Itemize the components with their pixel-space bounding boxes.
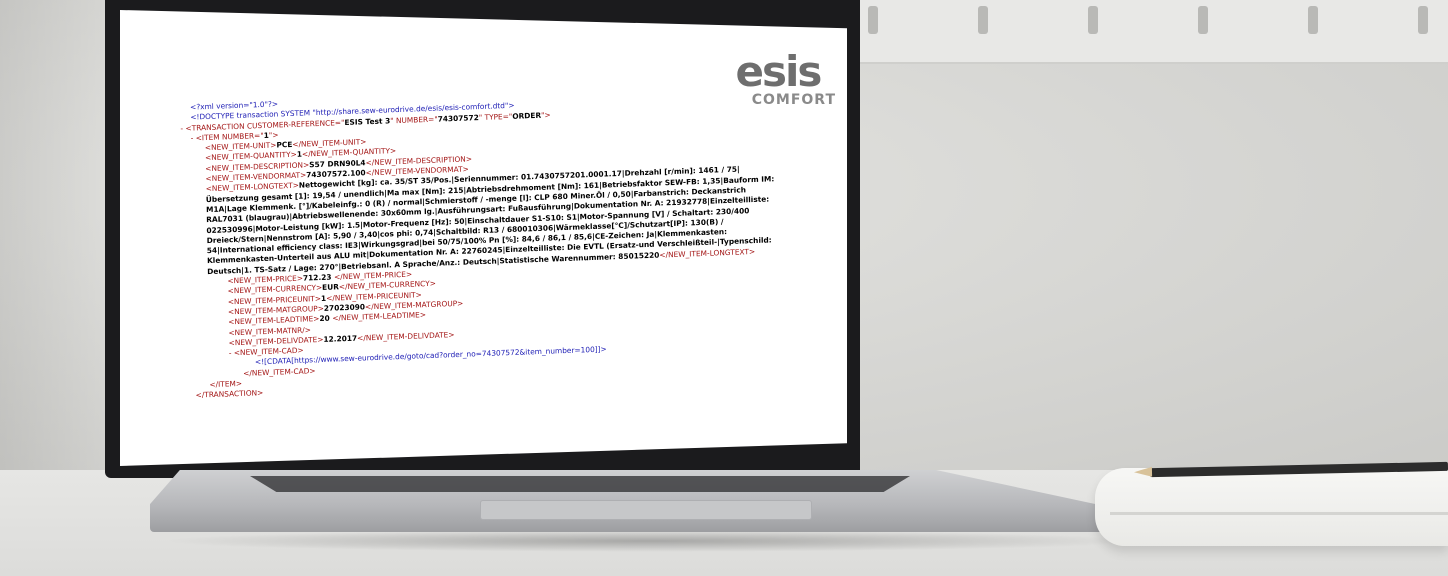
shelf-peg (1198, 6, 1208, 34)
laptop-trackpad (480, 500, 812, 520)
field-value: EUR (322, 282, 339, 293)
laptop-keyboard (250, 476, 910, 492)
shelf-peg (978, 6, 988, 34)
laptop-shadow (160, 530, 1140, 552)
transaction-attr-number: " NUMBER=" (390, 114, 438, 125)
field-value: 74307572.100 (306, 168, 366, 180)
field-value: 27023090 (323, 302, 366, 313)
laptop-screen: esis COMFORT <?xml version="1.0"?> <!DOC… (120, 10, 847, 466)
shelf-peg (868, 6, 878, 34)
shelf-peg (1308, 6, 1318, 34)
pencil-tip (1133, 466, 1153, 478)
field-value: S57 DRN90L4 (309, 158, 366, 170)
field-value: 20 (319, 313, 333, 324)
customer-reference: ESIS Test 3 (344, 115, 391, 127)
transaction-attr-type: " TYPE=" (478, 111, 513, 122)
notebook (1095, 468, 1448, 546)
transaction-tag-end: "> (541, 110, 551, 120)
item-tag-end: "> (268, 130, 279, 140)
transaction-number: 74307572 (437, 112, 479, 124)
field-value: 712.23 (302, 272, 335, 283)
shelf-peg (1088, 6, 1098, 34)
xml-document: <?xml version="1.0"?> <!DOCTYPE transact… (180, 79, 845, 402)
tag-close: </NEW_ITEM-LONGTEXT> (659, 246, 756, 260)
field-value: 12.2017 (323, 333, 358, 344)
notebook-edge (1110, 512, 1448, 515)
wall-shelf (860, 0, 1448, 64)
transaction-type: ORDER (512, 110, 542, 121)
shelf-peg (1418, 6, 1428, 34)
field-value: PCE (276, 140, 293, 150)
